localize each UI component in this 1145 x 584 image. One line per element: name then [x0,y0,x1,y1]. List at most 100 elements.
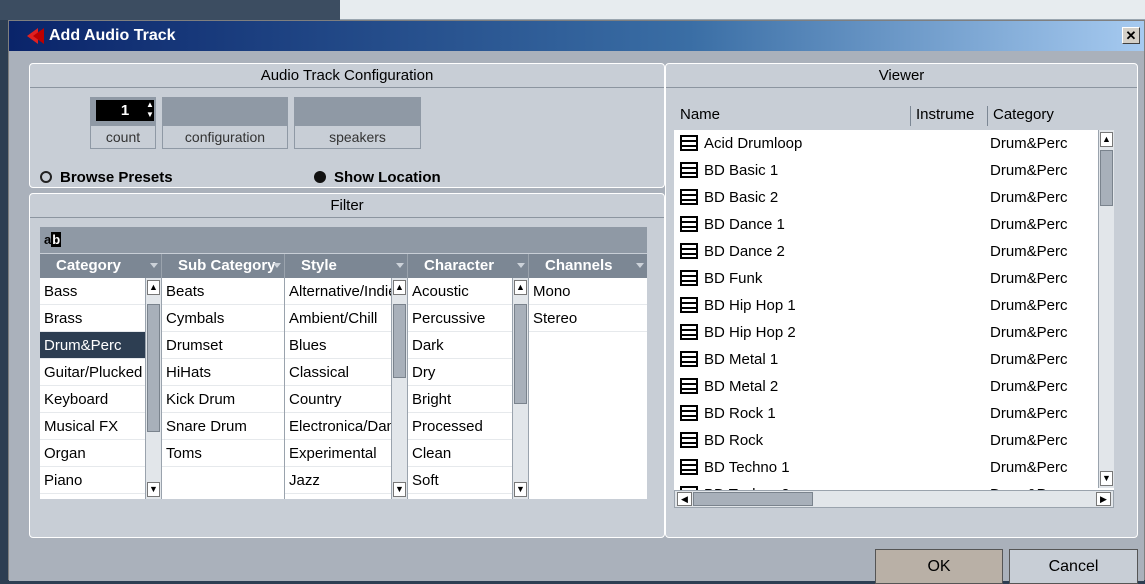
filter-item[interactable]: Dark [408,332,512,359]
viewer-row[interactable]: BD Funk Drum&Perc [674,265,1099,292]
viewer-row-category: Drum&Perc [990,189,1068,206]
dropdown-arrow-icon[interactable] [273,263,281,268]
scroll-up-icon[interactable]: ▲ [1100,132,1113,147]
filter-item[interactable]: Snare Drum [162,413,284,440]
filter-search-bar[interactable]: ab [40,227,647,253]
filter-item[interactable]: Soft [408,467,512,494]
viewer-row[interactable]: BD Metal 2 Drum&Perc [674,373,1099,400]
viewer-row[interactable]: BD Basic 2 Drum&Perc [674,184,1099,211]
filter-item[interactable]: Guitar/Plucked [40,359,145,386]
viewer-row[interactable]: BD Dance 2 Drum&Perc [674,238,1099,265]
hscroll-thumb[interactable] [693,492,813,506]
viewer-row-name: BD Dance 1 [704,216,785,233]
filter-item[interactable]: Piano [40,467,145,494]
scroll-up-icon[interactable]: ▲ [514,280,527,295]
viewer-hscrollbar[interactable]: ◀ ▶ [674,490,1114,508]
filter-column-header[interactable]: Sub Category [162,254,284,278]
dialog-titlebar[interactable]: Add Audio Track ✕ [9,21,1144,51]
viewer-vscrollbar[interactable]: ▲ ▼ [1098,130,1114,488]
filter-vscrollbar[interactable]: ▲ ▼ [145,278,161,499]
scroll-thumb[interactable] [147,304,160,432]
filter-vscrollbar[interactable]: ▲ ▼ [391,278,407,499]
viewer-row[interactable]: Acid Drumloop Drum&Perc [674,130,1099,157]
viewer-row[interactable]: BD Dance 1 Drum&Perc [674,211,1099,238]
filter-item[interactable]: Bright [408,386,512,413]
viewer-col-name[interactable]: Name [680,106,720,123]
filter-item[interactable]: Acoustic [408,278,512,305]
filter-item[interactable]: Electronica/Dance [285,413,391,440]
filter-item[interactable]: Drum&Perc [40,332,145,359]
dropdown-arrow-icon[interactable] [150,263,158,268]
scroll-thumb[interactable] [393,304,406,378]
browse-presets-radio[interactable]: Browse Presets [40,169,173,186]
column-separator[interactable] [910,106,911,126]
viewer-row[interactable]: BD Hip Hop 2 Drum&Perc [674,319,1099,346]
count-field[interactable]: 1 ▲ ▼ count [90,97,156,149]
filter-item[interactable]: Dry [408,359,512,386]
filter-item[interactable]: Cymbals [162,305,284,332]
filter-item[interactable]: Classical [285,359,391,386]
scroll-thumb[interactable] [514,304,527,404]
filter-item[interactable]: Processed [408,413,512,440]
cancel-button[interactable]: Cancel [1009,549,1138,584]
scroll-down-icon[interactable]: ▼ [393,482,406,497]
viewer-row-category: Drum&Perc [990,270,1068,287]
filter-item[interactable]: Toms [162,440,284,467]
viewer-row[interactable]: BD Metal 1 Drum&Perc [674,346,1099,373]
scroll-down-icon[interactable]: ▼ [1100,471,1113,486]
scroll-up-icon[interactable]: ▲ [393,280,406,295]
viewer-row[interactable]: BD Basic 1 Drum&Perc [674,157,1099,184]
count-field-label: count [90,125,156,149]
filter-item[interactable]: Kick Drum [162,386,284,413]
viewer-row[interactable]: BD Rock 1 Drum&Perc [674,400,1099,427]
viewer-panel-title: Viewer [666,64,1137,88]
viewer-row[interactable]: BD Rock Drum&Perc [674,427,1099,454]
filter-item[interactable]: Organ [40,440,145,467]
scroll-right-icon[interactable]: ▶ [1096,492,1111,506]
configuration-field[interactable]: configuration [162,97,288,149]
filter-item[interactable]: Experimental [285,440,391,467]
scroll-down-icon[interactable]: ▼ [147,482,160,497]
viewer-row[interactable]: BD Techno 1 Drum&Perc [674,454,1099,481]
speakers-field[interactable]: speakers [294,97,421,149]
filter-item[interactable]: Musical FX [40,413,145,440]
filter-item[interactable]: HiHats [162,359,284,386]
filter-column-header[interactable]: Style [285,254,407,278]
filter-column-header[interactable]: Channels [529,254,647,278]
preset-list-icon [680,216,698,232]
filter-item[interactable]: Mono [529,278,647,305]
filter-item[interactable]: Keyboard [40,386,145,413]
viewer-col-instrument[interactable]: Instrume [916,106,974,123]
filter-item[interactable]: Blues [285,332,391,359]
filter-item[interactable]: Beats [162,278,284,305]
filter-item[interactable]: Percussive [408,305,512,332]
count-spinner-icon[interactable]: ▲ ▼ [146,100,154,121]
filter-panel-title: Filter [30,194,664,218]
filter-item[interactable]: Jazz [285,467,391,494]
filter-item[interactable]: Stereo [529,305,647,332]
scroll-thumb[interactable] [1100,150,1113,206]
filter-item[interactable]: Bass [40,278,145,305]
scroll-left-icon[interactable]: ◀ [677,492,692,506]
filter-item[interactable]: Alternative/Indie [285,278,391,305]
filter-column-header[interactable]: Character [408,254,528,278]
dropdown-arrow-icon[interactable] [396,263,404,268]
filter-item[interactable]: Brass [40,305,145,332]
filter-column-header[interactable]: Category [40,254,161,278]
scroll-up-icon[interactable]: ▲ [147,280,160,295]
ok-button[interactable]: OK [875,549,1003,584]
dropdown-arrow-icon[interactable] [517,263,525,268]
dropdown-arrow-icon[interactable] [636,263,644,268]
filter-item[interactable]: Ambient/Chill [285,305,391,332]
filter-item[interactable]: Clean [408,440,512,467]
viewer-row[interactable]: BD Hip Hop 1 Drum&Perc [674,292,1099,319]
filter-item[interactable]: Country [285,386,391,413]
filter-vscrollbar[interactable]: ▲ ▼ [512,278,528,499]
filter-item[interactable]: Drumset [162,332,284,359]
text-search-icon[interactable]: ab [44,232,62,247]
show-location-radio[interactable]: Show Location [314,169,441,186]
scroll-down-icon[interactable]: ▼ [514,482,527,497]
close-button[interactable]: ✕ [1122,27,1140,44]
column-separator[interactable] [987,106,988,126]
viewer-col-category[interactable]: Category [993,106,1054,123]
